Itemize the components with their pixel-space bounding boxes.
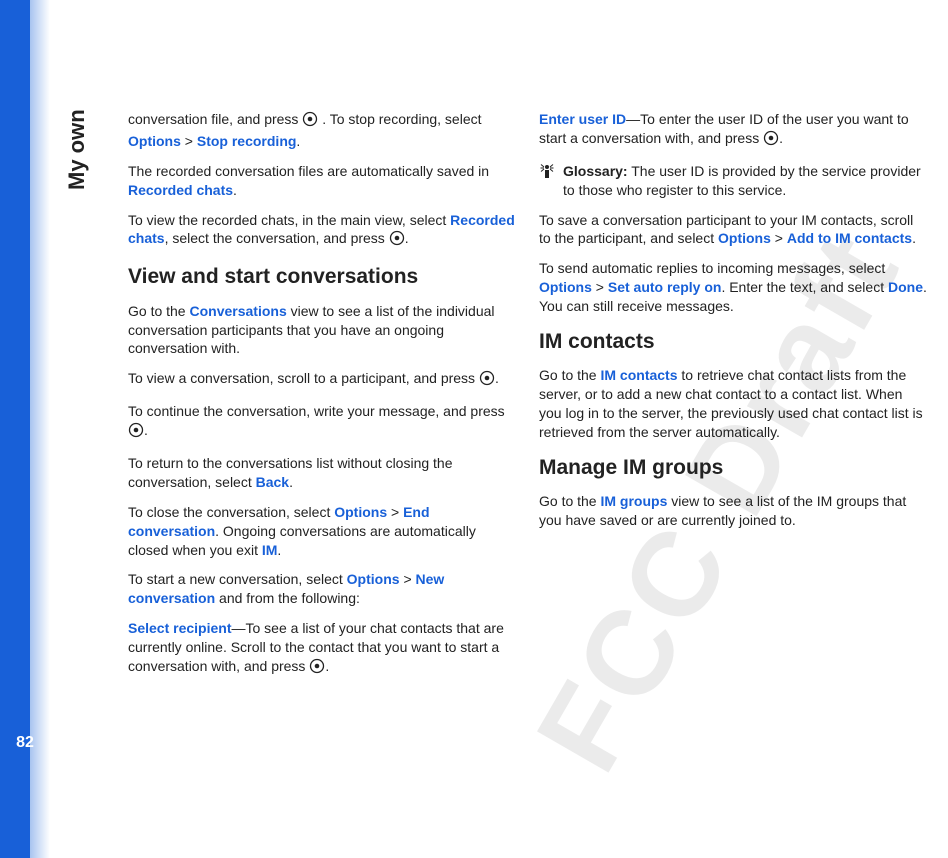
text: > bbox=[387, 504, 403, 520]
options-label: Options bbox=[539, 279, 592, 295]
glossary-label: Glossary: bbox=[563, 163, 628, 179]
para-auto-reply: To send automatic replies to incoming me… bbox=[539, 259, 928, 316]
center-key-icon bbox=[309, 658, 325, 679]
para-save-participant: To save a conversation participant to yo… bbox=[539, 211, 928, 249]
page-content: conversation file, and press . To stop r… bbox=[128, 110, 928, 718]
para-view-conv: To view a conversation, scroll to a part… bbox=[128, 369, 517, 391]
para-close-conv: To close the conversation, select Option… bbox=[128, 503, 517, 560]
text: To start a new conversation, select bbox=[128, 571, 347, 587]
para-enter-user-id: Enter user ID—To enter the user ID of th… bbox=[539, 110, 928, 151]
text: . bbox=[912, 230, 916, 246]
im-groups-label: IM groups bbox=[600, 493, 667, 509]
text: . Enter the text, and select bbox=[721, 279, 888, 295]
text: > bbox=[771, 230, 787, 246]
options-label: Options bbox=[334, 504, 387, 520]
para-select-recipient: Select recipient—To see a list of your c… bbox=[128, 619, 517, 679]
page-number: 82 bbox=[0, 732, 50, 754]
text: . bbox=[495, 370, 499, 386]
glossary-block: Glossary: The user ID is provided by the… bbox=[539, 162, 928, 200]
text: . bbox=[289, 474, 293, 490]
text: > bbox=[592, 279, 608, 295]
back-label: Back bbox=[256, 474, 289, 490]
para-conversations-view: Go to the Conversations view to see a li… bbox=[128, 302, 517, 359]
options-label: Options bbox=[347, 571, 400, 587]
add-to-im-contacts-label: Add to IM contacts bbox=[787, 230, 912, 246]
text: > bbox=[181, 133, 197, 149]
text: . To stop recording, select bbox=[322, 111, 481, 127]
section-side-title: My own bbox=[62, 109, 92, 190]
im-label: IM bbox=[262, 542, 278, 558]
done-label: Done bbox=[888, 279, 923, 295]
text: conversation file, and press bbox=[128, 111, 302, 127]
text: . bbox=[233, 182, 237, 198]
conversations-label: Conversations bbox=[189, 303, 286, 319]
center-key-icon bbox=[763, 130, 779, 151]
recorded-chats-label: Recorded chats bbox=[128, 182, 233, 198]
text: and from the following: bbox=[215, 590, 360, 606]
options-label: Options bbox=[718, 230, 771, 246]
text: The recorded conversation files are auto… bbox=[128, 163, 489, 179]
para-new-conv: To start a new conversation, select Opti… bbox=[128, 570, 517, 608]
para-view-recorded: To view the recorded chats, in the main … bbox=[128, 211, 517, 252]
para-saved-in: The recorded conversation files are auto… bbox=[128, 162, 517, 200]
text: > bbox=[400, 571, 416, 587]
para-im-contacts: Go to the IM contacts to retrieve chat c… bbox=[539, 366, 928, 442]
center-key-icon bbox=[128, 422, 144, 443]
center-key-icon bbox=[389, 230, 405, 251]
para-return-back: To return to the conversations list with… bbox=[128, 454, 517, 492]
text: . bbox=[277, 542, 281, 558]
para-record-press: conversation file, and press . To stop r… bbox=[128, 110, 517, 151]
center-key-icon bbox=[479, 370, 495, 391]
text: To continue the conversation, write your… bbox=[128, 403, 505, 419]
para-im-groups: Go to the IM groups view to see a list o… bbox=[539, 492, 928, 530]
text: . bbox=[779, 130, 783, 146]
text: Go to the bbox=[539, 493, 600, 509]
heading-manage-im-groups: Manage IM groups bbox=[539, 454, 928, 482]
glossary-icon bbox=[539, 164, 555, 185]
heading-view-start: View and start conversations bbox=[128, 263, 517, 291]
im-contacts-label: IM contacts bbox=[600, 367, 677, 383]
enter-user-id-label: Enter user ID bbox=[539, 111, 626, 127]
set-auto-reply-label: Set auto reply on bbox=[608, 279, 722, 295]
text: . bbox=[405, 230, 409, 246]
heading-im-contacts: IM contacts bbox=[539, 328, 928, 356]
text: To send automatic replies to incoming me… bbox=[539, 260, 885, 276]
text: Go to the bbox=[128, 303, 189, 319]
options-label: Options bbox=[128, 133, 181, 149]
text: Go to the bbox=[539, 367, 600, 383]
text: To view the recorded chats, in the main … bbox=[128, 212, 450, 228]
text: . bbox=[325, 658, 329, 674]
text: To view a conversation, scroll to a part… bbox=[128, 370, 479, 386]
text: , select the conversation, and press bbox=[165, 230, 389, 246]
para-continue-conv: To continue the conversation, write your… bbox=[128, 402, 517, 443]
stop-recording-label: Stop recording bbox=[197, 133, 297, 149]
side-strip bbox=[0, 0, 50, 858]
select-recipient-label: Select recipient bbox=[128, 620, 232, 636]
text: To close the conversation, select bbox=[128, 504, 334, 520]
text: . bbox=[144, 422, 148, 438]
center-key-icon bbox=[302, 111, 318, 132]
text: . bbox=[296, 133, 300, 149]
